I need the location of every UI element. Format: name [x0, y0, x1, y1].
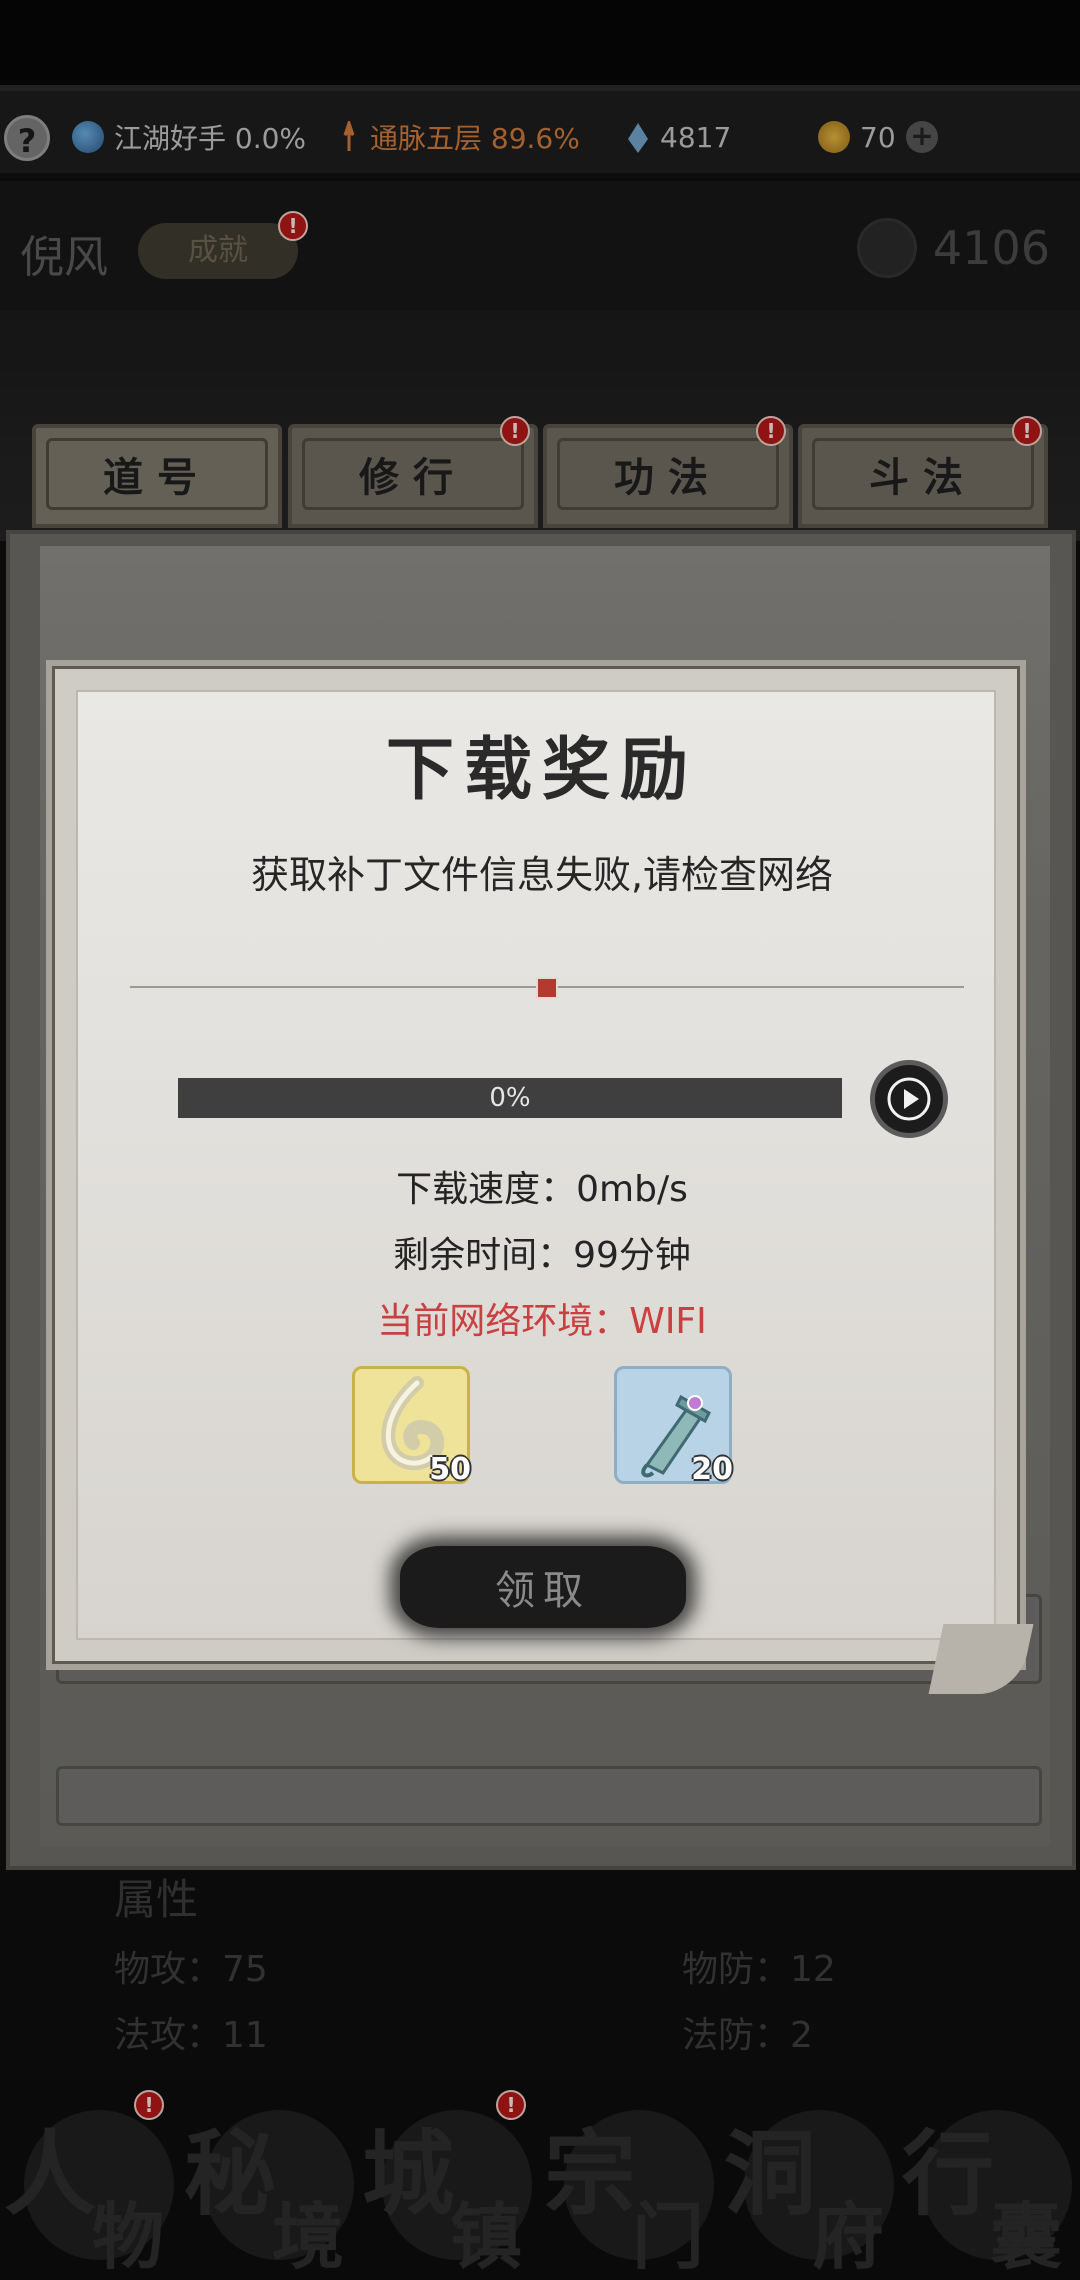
- network-environment: 当前网络环境：WIFI: [377, 1301, 707, 1342]
- reward-count: 20: [691, 1452, 733, 1487]
- reward-item[interactable]: 50: [352, 1366, 471, 1487]
- dialog-title: 下载奖励: [385, 730, 698, 810]
- seal-stamp-icon: [536, 977, 558, 999]
- play-icon: [887, 1077, 931, 1121]
- reward-item[interactable]: 20: [614, 1366, 733, 1487]
- start-download-button[interactable]: [870, 1060, 948, 1138]
- download-speed: 下载速度：0mb/s: [396, 1169, 688, 1210]
- claim-button[interactable]: 领取: [400, 1546, 686, 1628]
- progress-percent: 0%: [489, 1083, 531, 1113]
- error-message: 获取补丁文件信息失败,请检查网络: [250, 853, 834, 897]
- reward-count: 50: [429, 1452, 471, 1487]
- download-progress-bar: 0%: [178, 1078, 842, 1118]
- remaining-time: 剩余时间：99分钟: [393, 1235, 691, 1276]
- download-reward-dialog: 下载奖励 获取补丁文件信息失败,请检查网络 0% 下载速度：0mb/s 剩余时间…: [46, 660, 1034, 1694]
